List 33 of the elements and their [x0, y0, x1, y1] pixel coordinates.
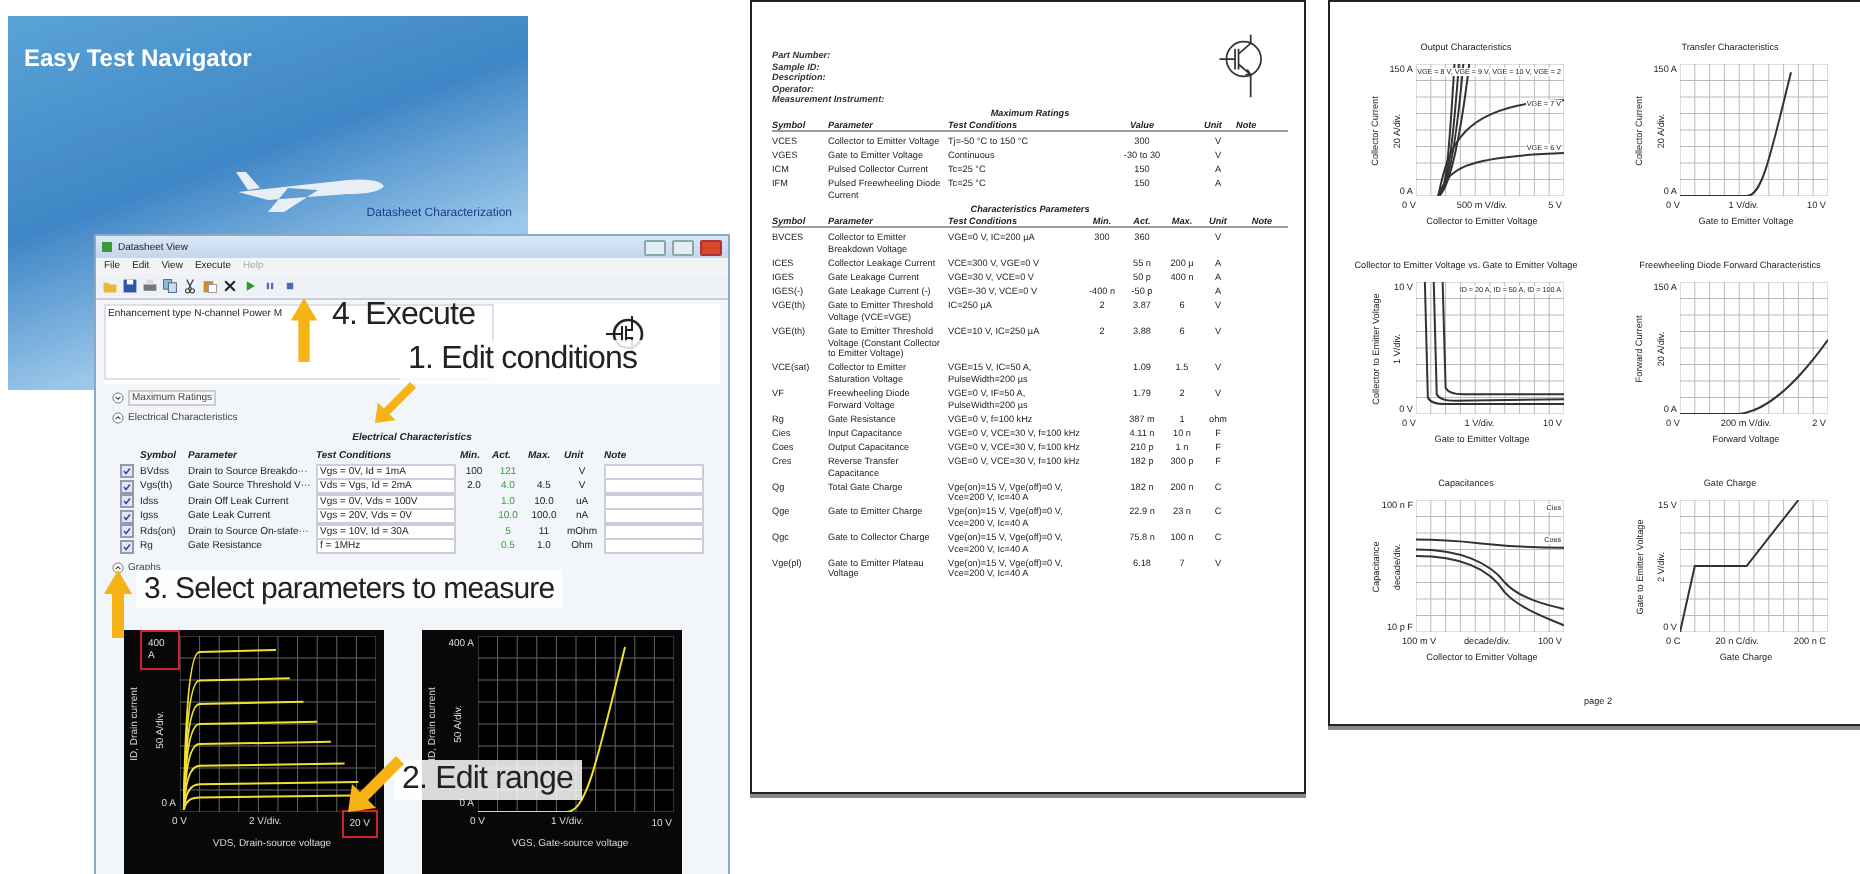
scissors-icon[interactable] [182, 278, 198, 294]
callout-label: 1. Edit conditions [400, 340, 646, 380]
checkbox[interactable] [120, 479, 134, 493]
expander-icon[interactable] [112, 392, 124, 404]
callout-label: 4. Execute [330, 296, 478, 336]
pause-icon[interactable] [262, 278, 278, 294]
delete-icon[interactable] [222, 278, 238, 294]
clipboard-icon[interactable] [202, 278, 218, 294]
callout-label: 3. Select parameters to measure [136, 570, 563, 608]
checkbox[interactable] [120, 464, 134, 478]
expander-icon[interactable] [112, 412, 124, 424]
expander-icon[interactable] [112, 561, 124, 573]
stop-icon[interactable] [282, 278, 298, 294]
transistor-symbol-icon [1216, 30, 1268, 102]
copy-icon[interactable] [162, 278, 178, 294]
close-button[interactable] [700, 239, 722, 255]
app-icon [102, 242, 112, 252]
splash-title: Easy Test Navigator [24, 44, 252, 72]
input-field[interactable] [604, 463, 704, 479]
callout-label: 2. Edit range [394, 760, 582, 800]
callout-arrow [372, 382, 416, 426]
input-field[interactable] [604, 538, 704, 554]
checkbox[interactable] [120, 494, 134, 508]
input-field[interactable] [604, 478, 704, 494]
save-icon[interactable] [122, 278, 138, 294]
callout-arrow [290, 298, 318, 362]
input-field[interactable] [604, 508, 704, 524]
print-icon[interactable] [142, 278, 158, 294]
checkbox[interactable] [120, 539, 134, 553]
checkbox[interactable] [120, 524, 134, 538]
checkbox[interactable] [120, 509, 134, 523]
callout-arrow [344, 756, 404, 816]
callout-arrow [104, 570, 132, 638]
